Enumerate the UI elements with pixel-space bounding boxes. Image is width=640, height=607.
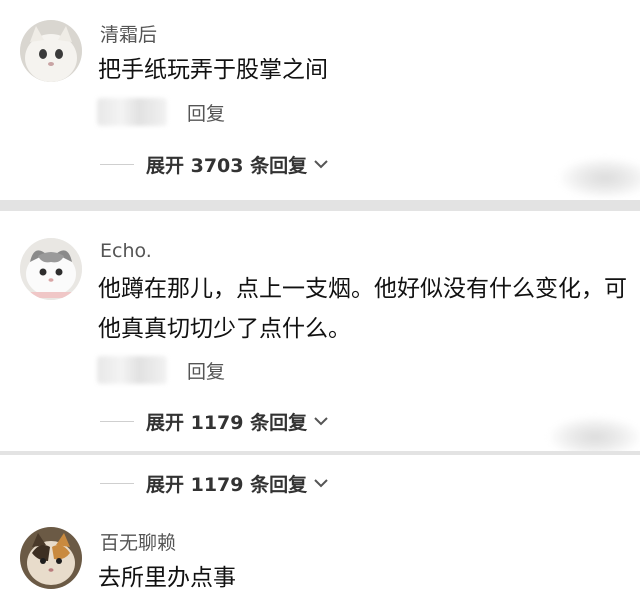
chevron-down-icon [314,160,328,169]
avatar[interactable] [20,527,82,589]
white-cat-avatar-icon [20,20,82,82]
comment-username[interactable]: Echo. [100,240,152,262]
grey-white-cat-avatar-icon [20,238,82,300]
divider-line [100,420,134,422]
blurred-timestamp [97,356,167,384]
comment-separator [0,200,640,211]
comment-card-2: Echo. 他蹲在那儿，点上一支烟。他好似没有什么变化，可他真真切切少了点什么。… [0,211,640,451]
comment-text: 他蹲在那儿，点上一支烟。他好似没有什么变化，可他真真切切少了点什么。 [98,276,627,342]
chevron-down-icon [314,479,328,488]
comment-meta: 回复 [97,97,225,127]
reply-button[interactable]: 回复 [187,357,225,384]
calico-cat-avatar-icon [20,527,82,589]
comment-text: 去所里办点事 [98,565,236,591]
comment-card-1: 清霜后 把手纸玩弄于股掌之间 回复 展开 3703 条回复 [0,0,640,200]
expand-replies-button[interactable]: 展开 1179 条回复 [100,406,329,436]
comment-username[interactable]: 百无聊赖 [100,528,176,555]
expand-replies-button[interactable]: 展开 1179 条回复 [100,468,329,498]
comment-username[interactable]: 清霜后 [100,20,157,47]
expand-replies-label: 展开 1179 条回复 [146,411,308,434]
comment-card-3: 展开 1179 条回复 百无聊赖 去所里办点事 [0,455,640,607]
divider-line [100,482,134,484]
expand-replies-label: 展开 3703 条回复 [146,154,308,177]
chevron-down-icon [314,417,328,426]
comment-text: 把手纸玩弄于股掌之间 [98,57,328,83]
expand-replies-button[interactable]: 展开 3703 条回复 [100,149,329,179]
blurred-timestamp [97,98,167,126]
avatar[interactable] [20,238,82,300]
comment-meta: 回复 [97,355,225,385]
blurred-watermark [550,417,640,451]
blurred-watermark [560,158,640,198]
reply-button[interactable]: 回复 [187,99,225,126]
avatar[interactable] [20,20,82,82]
expand-replies-label: 展开 1179 条回复 [146,473,308,496]
divider-line [100,163,134,165]
